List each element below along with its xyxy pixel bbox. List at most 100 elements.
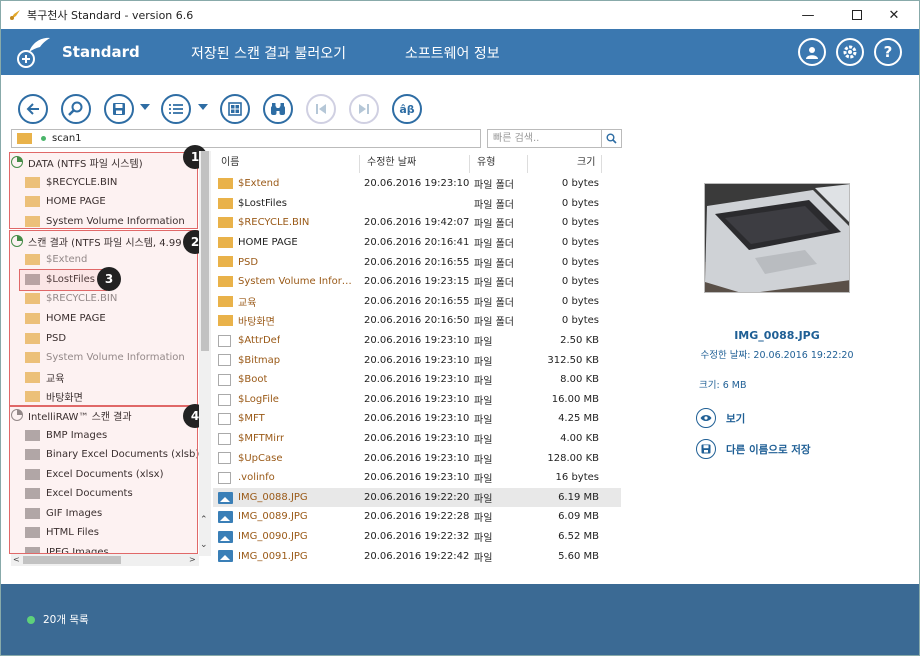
file-row[interactable]: $Extend 20.06.2016 19:23:10 파일 폴더 0 bytes bbox=[213, 174, 621, 194]
image-preview[interactable] bbox=[704, 183, 850, 293]
scroll-up-icon[interactable]: ⌃ bbox=[200, 515, 208, 525]
path-bar[interactable]: scan1 bbox=[11, 129, 481, 148]
file-row[interactable]: $Bitmap 20.06.2016 19:23:10 파일 312.50 KB bbox=[213, 350, 621, 370]
file-icon bbox=[218, 393, 231, 406]
tree-item[interactable]: $Extend bbox=[25, 249, 87, 269]
folder-icon bbox=[25, 507, 40, 519]
file-type: 파일 폴더 bbox=[474, 199, 514, 211]
save-icon bbox=[113, 103, 125, 115]
tree-item[interactable]: $RECYCLE.BIN bbox=[25, 172, 117, 192]
tree-item[interactable]: HTML Files bbox=[25, 522, 99, 542]
tree-item[interactable]: System Volume Information bbox=[25, 347, 185, 367]
tree-horizontal-scroll-thumb[interactable] bbox=[23, 556, 121, 564]
file-row[interactable]: 교육 20.06.2016 20:16:55 파일 폴더 0 bytes bbox=[213, 292, 621, 312]
search-button[interactable] bbox=[61, 94, 91, 124]
scroll-left-icon[interactable]: < bbox=[13, 555, 20, 564]
file-name: $LogFile bbox=[238, 393, 279, 405]
tree-item[interactable]: Binary Excel Documents (xlsb) bbox=[25, 444, 199, 464]
column-header-date[interactable]: 수정한 날짜 bbox=[367, 153, 416, 173]
tree-item-lostfiles[interactable]: $LostFiles bbox=[25, 269, 95, 289]
view-list-button[interactable] bbox=[161, 94, 191, 124]
tree-item[interactable]: BMP Images bbox=[25, 425, 107, 445]
save-as-label: 다른 이름으로 저장 bbox=[726, 443, 811, 456]
tree-item-label: 바탕화면 bbox=[46, 392, 83, 404]
view-dropdown-icon[interactable] bbox=[198, 104, 208, 110]
column-header-type[interactable]: 유형 bbox=[477, 153, 495, 173]
folder-icon bbox=[25, 351, 40, 363]
column-divider[interactable] bbox=[601, 155, 602, 173]
file-row[interactable]: $LogFile 20.06.2016 19:23:10 파일 16.00 MB bbox=[213, 390, 621, 410]
menu-load-scan[interactable]: 저장된 스캔 결과 불러오기 bbox=[191, 43, 346, 63]
tree-item[interactable]: Excel Documents bbox=[25, 483, 133, 503]
file-row[interactable]: IMG_0091.JPG 20.06.2016 19:22:42 파일 5.60 MB bbox=[213, 546, 621, 566]
save-button[interactable] bbox=[104, 94, 134, 124]
quick-search-button[interactable] bbox=[601, 129, 622, 148]
tree-item[interactable]: GIF Images bbox=[25, 503, 102, 523]
file-row[interactable]: .volinfo 20.06.2016 19:23:10 파일 16 bytes bbox=[213, 468, 621, 488]
column-divider[interactable] bbox=[359, 155, 360, 173]
column-header-size[interactable]: 크기 bbox=[577, 153, 595, 173]
file-type: 파일 bbox=[474, 552, 493, 564]
previous-button[interactable] bbox=[306, 94, 336, 124]
menu-software-info[interactable]: 소프트웨어 정보 bbox=[405, 43, 500, 63]
tree-disk-scan[interactable]: 스캔 결과 (NTFS 파일 시스템, 4.99 bbox=[11, 231, 182, 251]
tree-item-label: System Volume Information bbox=[46, 351, 185, 363]
column-divider[interactable] bbox=[527, 155, 528, 173]
file-date: 20.06.2016 20:16:41 bbox=[364, 237, 470, 249]
tree-vertical-scroll-thumb[interactable] bbox=[201, 151, 209, 351]
file-row[interactable]: IMG_0090.JPG 20.06.2016 19:22:32 파일 6.52 MB bbox=[213, 527, 621, 547]
user-button[interactable] bbox=[798, 38, 826, 66]
path-value: scan1 bbox=[52, 133, 82, 144]
find-button[interactable] bbox=[263, 94, 293, 124]
grid-button[interactable] bbox=[220, 94, 250, 124]
save-as-button[interactable]: 다른 이름으로 저장 bbox=[696, 438, 811, 460]
next-button[interactable] bbox=[349, 94, 379, 124]
file-row[interactable]: HOME PAGE 20.06.2016 20:16:41 파일 폴더 0 bytes bbox=[213, 233, 621, 253]
file-row[interactable]: $Boot 20.06.2016 19:23:10 파일 8.00 KB bbox=[213, 370, 621, 390]
file-row[interactable]: $RECYCLE.BIN 20.06.2016 19:42:07 파일 폴더 0 by… bbox=[213, 213, 621, 233]
tree-item[interactable]: 교육 bbox=[25, 367, 64, 387]
help-button[interactable]: ? bbox=[874, 38, 902, 66]
tree-item[interactable]: $RECYCLE.BIN bbox=[25, 288, 117, 308]
tree-item[interactable]: HOME PAGE bbox=[25, 191, 106, 211]
view-button[interactable]: 보기 bbox=[696, 407, 745, 429]
tree-item[interactable]: PSD bbox=[25, 328, 66, 348]
tree-disk-data[interactable]: DATA (NTFS 파일 시스템) bbox=[11, 152, 143, 172]
file-row[interactable]: $LostFiles 파일 폴더 0 bytes bbox=[213, 194, 621, 214]
view-label: 보기 bbox=[726, 412, 746, 425]
tree-item[interactable]: HOME PAGE bbox=[25, 308, 106, 328]
file-row[interactable]: PSD 20.06.2016 20:16:55 파일 폴더 0 bytes bbox=[213, 252, 621, 272]
file-name: .volinfo bbox=[238, 472, 275, 484]
file-row[interactable]: System Volume Informati... 20.06.2016 19:… bbox=[213, 272, 621, 292]
user-icon bbox=[806, 47, 818, 59]
column-header-name[interactable]: 이름 bbox=[221, 153, 239, 173]
tree-item[interactable]: Excel Documents (xlsx) bbox=[25, 464, 164, 484]
folder-icon bbox=[218, 276, 233, 287]
next-icon bbox=[359, 104, 369, 114]
file-type: 파일 폴더 bbox=[474, 317, 514, 329]
tree-disk-intelliraw[interactable]: IntelliRAW™ 스캔 결과 bbox=[11, 405, 132, 425]
text-format-button[interactable]: âβ bbox=[392, 94, 422, 124]
file-row[interactable]: $AttrDef 20.06.2016 19:23:10 파일 2.50 KB bbox=[213, 331, 621, 351]
scroll-down-icon[interactable]: ⌄ bbox=[200, 540, 208, 550]
settings-button[interactable] bbox=[836, 38, 864, 66]
tree-item[interactable]: System Volume Information bbox=[25, 211, 185, 231]
back-button[interactable] bbox=[18, 94, 48, 124]
minimize-button[interactable]: — bbox=[785, 1, 831, 29]
file-row[interactable]: IMG_0088.JPG 20.06.2016 19:22:20 파일 6.19 MB bbox=[213, 487, 621, 508]
grid-icon bbox=[228, 102, 242, 116]
file-row[interactable]: 바탕화면 20.06.2016 20:16:50 파일 폴더 0 bytes bbox=[213, 311, 621, 331]
preview-file-size: 크기: 6 MB bbox=[699, 380, 747, 391]
file-row[interactable]: $MFT 20.06.2016 19:23:10 파일 4.25 MB bbox=[213, 409, 621, 429]
save-dropdown-icon[interactable] bbox=[140, 104, 150, 110]
file-row[interactable]: IMG_0089.JPG 20.06.2016 19:22:28 파일 6.09 MB bbox=[213, 507, 621, 527]
scroll-right-icon[interactable]: > bbox=[189, 555, 196, 564]
folder-icon bbox=[218, 197, 233, 209]
tree-item[interactable]: 바탕화면 bbox=[25, 386, 83, 406]
file-row[interactable]: $UpCase 20.06.2016 19:23:10 파일 128.00 KB bbox=[213, 448, 621, 468]
file-row[interactable]: $MFTMirr 20.06.2016 19:23:10 파일 4.00 KB bbox=[213, 429, 621, 449]
file-size: 0 bytes bbox=[561, 276, 599, 288]
close-button[interactable]: ✕ bbox=[871, 1, 917, 29]
column-divider[interactable] bbox=[469, 155, 470, 173]
file-name: IMG_0090.JPG bbox=[238, 531, 308, 543]
